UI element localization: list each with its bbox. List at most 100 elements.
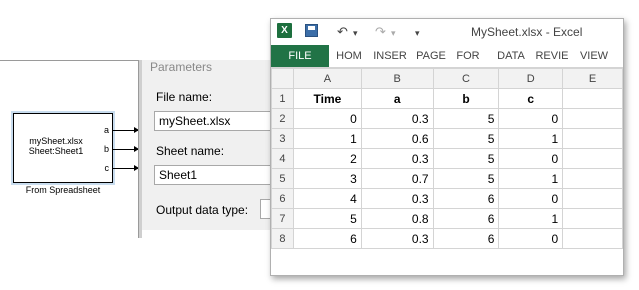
row-header[interactable]: 2 (271, 108, 294, 129)
tab-formulas[interactable]: FOR (451, 45, 485, 67)
table-row: 4 2 0.3 5 0 (271, 148, 623, 169)
cell[interactable] (562, 168, 623, 189)
row-header[interactable]: 4 (271, 148, 294, 169)
row-header[interactable]: 6 (271, 188, 294, 209)
cell[interactable] (562, 208, 623, 229)
column-header-b[interactable]: B (360, 68, 434, 89)
cell[interactable] (562, 108, 623, 129)
simulink-canvas: mySheet.xlsx Sheet:Sheet1 a b c From Spr… (0, 60, 140, 239)
cell[interactable]: 6 (432, 188, 500, 209)
block-sheet-text: Sheet:Sheet1 (28, 146, 84, 156)
block-caption: From Spreadsheet (25, 185, 101, 195)
cell[interactable]: 5 (432, 168, 500, 189)
row-header[interactable]: 7 (271, 208, 294, 229)
tab-file[interactable]: FILE (271, 45, 329, 67)
undo-icon[interactable]: ↶ (337, 24, 348, 40)
cell[interactable]: 0.7 (360, 168, 434, 189)
quick-access-toolbar: X ↶ ▾ ↷ ▾ ▾ MySheet.xlsx - Excel (271, 19, 623, 45)
column-header-c[interactable]: C (432, 68, 500, 89)
cell[interactable]: 5 (292, 208, 362, 229)
cell[interactable]: 1 (292, 128, 362, 149)
tab-data[interactable]: DATA (493, 45, 529, 67)
cell[interactable]: a (360, 88, 434, 109)
cell[interactable]: 0 (498, 148, 564, 169)
window-title: MySheet.xlsx - Excel (471, 25, 583, 39)
cell[interactable]: 0 (498, 188, 564, 209)
tab-view[interactable]: VIEW (577, 45, 611, 67)
cell[interactable]: 4 (292, 188, 362, 209)
tab-insert[interactable]: INSER (369, 45, 411, 67)
file-name-field[interactable]: mySheet.xlsx (154, 111, 280, 131)
column-header-e[interactable]: E (562, 68, 623, 89)
row-header[interactable]: 1 (271, 88, 294, 109)
cell[interactable]: b (432, 88, 500, 109)
customize-qat-icon[interactable]: ▾ (415, 28, 420, 39)
cell[interactable]: 0.3 (360, 148, 434, 169)
cell[interactable]: 0.3 (360, 108, 434, 129)
cell[interactable]: 0 (498, 108, 564, 129)
block-parameters-dialog: Parameters File name: mySheet.xlsx Sheet… (142, 60, 282, 230)
table-row: 1 Time a b c (271, 88, 623, 109)
parameters-section-title: Parameters (150, 60, 213, 74)
table-row: 8 6 0.3 6 0 (271, 228, 623, 249)
cell[interactable]: 6 (432, 208, 500, 229)
cell[interactable]: c (498, 88, 564, 109)
select-all-corner[interactable] (271, 68, 294, 89)
column-header-d[interactable]: D (498, 68, 564, 89)
redo-dropdown-icon[interactable]: ▾ (391, 28, 396, 39)
row-header[interactable]: 8 (271, 228, 294, 249)
worksheet-grid: A B C D E 1 Time a b c 2 0 0.3 5 0 3 1 0… (271, 68, 623, 249)
ribbon-tabs: FILE HOM INSER PAGE FOR DATA REVIE VIEW (271, 45, 623, 68)
sheet-name-field[interactable]: Sheet1 (154, 165, 280, 185)
output-port-b[interactable]: b (104, 144, 109, 154)
table-row: 7 5 0.8 6 1 (271, 208, 623, 229)
cell[interactable]: 5 (432, 148, 500, 169)
tab-home[interactable]: HOM (331, 45, 367, 67)
tab-review[interactable]: REVIE (531, 45, 573, 67)
cell[interactable]: 0 (498, 228, 564, 249)
block-file-text: mySheet.xlsx (29, 136, 83, 146)
cell[interactable]: Time (292, 88, 362, 109)
cell[interactable]: 0.3 (360, 228, 434, 249)
table-row: 6 4 0.3 6 0 (271, 188, 623, 209)
row-header[interactable]: 5 (271, 168, 294, 189)
file-name-label: File name: (156, 90, 213, 104)
cell[interactable]: 1 (498, 168, 564, 189)
table-row: 5 3 0.7 5 1 (271, 168, 623, 189)
block-text: mySheet.xlsx Sheet:Sheet1 (14, 136, 98, 156)
cell[interactable]: 5 (432, 128, 500, 149)
cell[interactable] (562, 188, 623, 209)
redo-icon[interactable]: ↷ (375, 24, 386, 40)
cell[interactable]: 1 (498, 128, 564, 149)
cell[interactable]: 6 (432, 228, 500, 249)
cell[interactable]: 1 (498, 208, 564, 229)
cell[interactable] (562, 148, 623, 169)
cell[interactable]: 3 (292, 168, 362, 189)
table-row: 2 0 0.3 5 0 (271, 108, 623, 129)
column-header-a[interactable]: A (292, 68, 362, 89)
output-data-type-label: Output data type: (156, 203, 249, 217)
output-port-c[interactable]: c (105, 163, 110, 173)
cell[interactable]: 6 (292, 228, 362, 249)
spreadsheet-table: A B C D E 1 Time a b c 2 0 0.3 5 0 3 1 0… (271, 68, 623, 249)
row-header[interactable]: 3 (271, 128, 294, 149)
undo-dropdown-icon[interactable]: ▾ (353, 28, 358, 39)
cell[interactable] (562, 128, 623, 149)
excel-logo-icon: X (277, 23, 292, 38)
table-row: 3 1 0.6 5 1 (271, 128, 623, 149)
cell[interactable]: 0.6 (360, 128, 434, 149)
sheet-name-label: Sheet name: (156, 144, 225, 158)
cell[interactable]: 5 (432, 108, 500, 129)
cell[interactable]: 2 (292, 148, 362, 169)
cell[interactable] (562, 228, 623, 249)
cell[interactable]: 0.3 (360, 188, 434, 209)
column-header-row: A B C D E (271, 68, 623, 89)
output-port-a[interactable]: a (104, 125, 109, 135)
tab-page-layout[interactable]: PAGE (413, 45, 449, 67)
cell[interactable] (562, 88, 623, 109)
cell[interactable]: 0 (292, 108, 362, 129)
save-icon[interactable] (305, 24, 318, 37)
excel-window: X ↶ ▾ ↷ ▾ ▾ MySheet.xlsx - Excel FILE HO… (270, 18, 624, 276)
from-spreadsheet-block[interactable]: mySheet.xlsx Sheet:Sheet1 a b c (13, 113, 113, 183)
cell[interactable]: 0.8 (360, 208, 434, 229)
